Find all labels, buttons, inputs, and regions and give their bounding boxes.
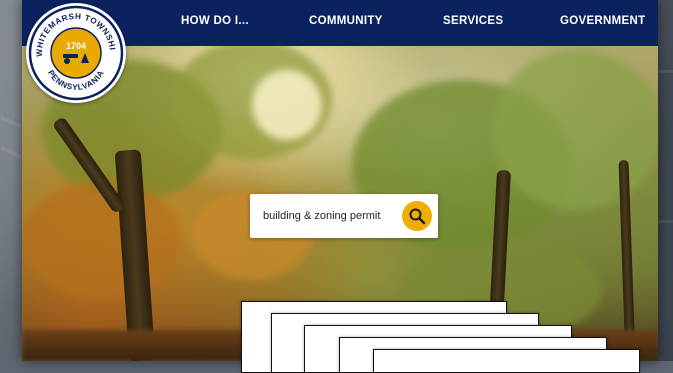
- nav-how-do-i[interactable]: HOW DO I...: [181, 15, 249, 27]
- search-button[interactable]: [402, 201, 432, 231]
- cannon-icon: [63, 54, 78, 58]
- nav-community[interactable]: COMMUNITY: [309, 15, 383, 27]
- nav-services[interactable]: SERVICES: [443, 15, 503, 27]
- search-icon: [409, 208, 426, 225]
- paper-sheet: [373, 349, 640, 373]
- seal-graphic: WHITEMARSH TOWNSHIP PENNSYLVANIA 1704: [26, 3, 124, 101]
- search-bar[interactable]: building & zoning permit: [250, 194, 438, 238]
- township-seal-logo[interactable]: WHITEMARSH TOWNSHIP PENNSYLVANIA 1704: [26, 3, 126, 103]
- nav-government[interactable]: GOVERNMENT: [560, 15, 645, 27]
- seal-year: 1704: [66, 41, 86, 51]
- search-input[interactable]: building & zoning permit: [263, 210, 380, 222]
